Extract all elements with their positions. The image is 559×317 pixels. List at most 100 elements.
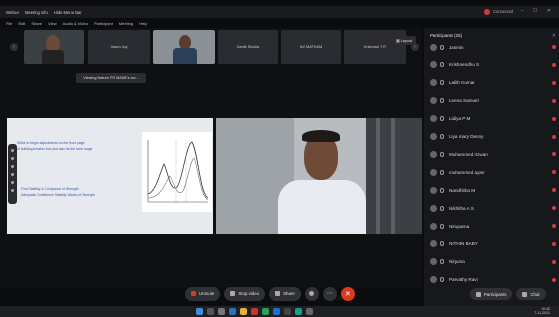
muted-status-icon xyxy=(552,188,556,193)
menu-file[interactable]: File xyxy=(6,21,12,26)
more-icon: ⋯ xyxy=(326,291,333,297)
participant-name: Nirjuma xyxy=(449,259,465,265)
hide-menu-bar-button[interactable]: Hide Menu Bar xyxy=(54,10,82,15)
strip-tile-2[interactable]: Jason Joy xyxy=(88,30,150,64)
shared-text-block-2: Find Stability & Compound of Strength Ad… xyxy=(21,187,96,197)
avatar xyxy=(430,204,437,212)
participant-row[interactable]: Muhammed rizwan xyxy=(430,148,556,160)
meeting-controls: Unmute Stop video Share ⋯ ✕ xyxy=(185,286,359,301)
participant-row[interactable]: Lalith Kumar xyxy=(430,77,556,89)
participant-name: Liya mary Denny xyxy=(449,134,484,139)
avatar xyxy=(430,115,437,123)
participant-row[interactable]: Niruparna xyxy=(430,220,556,232)
search-icon[interactable] xyxy=(207,308,214,315)
meeting-info-button[interactable]: Meeting info xyxy=(25,10,48,15)
close-panel-icon[interactable]: ✕ xyxy=(552,33,556,39)
menu-view[interactable]: View xyxy=(48,21,57,26)
app-icon[interactable] xyxy=(273,308,280,315)
annotation-toolbar[interactable] xyxy=(8,144,17,204)
start-icon[interactable] xyxy=(196,308,203,315)
layout-button[interactable]: ▦ Layout xyxy=(392,36,416,45)
mic-off-icon xyxy=(191,291,196,296)
avatar xyxy=(430,43,437,51)
participant-row[interactable]: Nikhitha A S xyxy=(430,202,556,214)
system-clock: 10:42 7-11-2021 xyxy=(534,307,550,316)
participant-row[interactable]: Lidiya P M xyxy=(430,113,556,125)
unmute-button[interactable]: Unmute xyxy=(185,286,221,301)
app-name[interactable]: Webex xyxy=(6,10,19,15)
edge-icon[interactable] xyxy=(229,308,236,315)
mic-icon xyxy=(440,205,444,211)
avatar xyxy=(430,150,437,158)
mic-icon xyxy=(440,80,444,86)
menu-participant[interactable]: Participant xyxy=(94,21,113,26)
mic-icon xyxy=(440,223,444,229)
strip-tile-video-1[interactable] xyxy=(24,30,84,64)
muted-status-icon xyxy=(552,116,556,121)
chat-button[interactable]: Chat xyxy=(516,288,546,300)
reactions-button[interactable] xyxy=(304,286,319,301)
mic-icon xyxy=(440,241,444,247)
participant-name: Krishnendhu S xyxy=(449,62,480,68)
stop-video-button[interactable]: Stop video xyxy=(224,286,266,301)
menu-help[interactable]: Help xyxy=(139,21,147,26)
participant-row[interactable]: Krishnendhu S xyxy=(430,59,556,71)
muted-status-icon xyxy=(552,259,556,264)
mic-icon xyxy=(440,151,444,157)
muted-status-icon xyxy=(552,224,556,228)
avatar xyxy=(430,258,437,266)
camera-icon xyxy=(230,291,236,296)
participants-button[interactable]: Participants xyxy=(470,288,513,300)
menu-meeting[interactable]: Meeting xyxy=(119,21,133,26)
app-icon[interactable] xyxy=(284,308,291,315)
leave-meeting-button[interactable]: ✕ xyxy=(340,286,355,301)
mic-icon xyxy=(440,187,444,193)
participant-row[interactable]: Leena Samuel xyxy=(430,95,556,107)
task-view-icon[interactable] xyxy=(218,308,225,315)
participant-name: Nikhitha A S xyxy=(449,205,474,211)
muted-status-icon xyxy=(552,80,556,85)
participant-name: muhammed ayan xyxy=(449,169,485,175)
participant-row[interactable]: Jasmin xyxy=(430,41,556,53)
more-options-button[interactable]: ⋯ xyxy=(322,286,337,301)
participant-row[interactable]: Nandhitha M xyxy=(430,184,556,196)
muted-status-icon xyxy=(552,241,556,246)
participant-name: Parvathy Ravi xyxy=(449,277,478,283)
participant-row[interactable]: muhammed ayan xyxy=(430,166,556,178)
shared-text-block-1: Strike to begin adjustments on the front… xyxy=(17,141,93,151)
participant-row[interactable]: Nirjuma xyxy=(430,256,556,268)
strip-tile-5[interactable]: NV MATHAM xyxy=(281,30,341,64)
app-icon[interactable] xyxy=(262,308,269,315)
recording-indicator-icon xyxy=(484,9,490,15)
muted-status-icon xyxy=(552,134,556,139)
menu-edit[interactable]: Edit xyxy=(18,21,25,26)
webex-taskbar-icon[interactable] xyxy=(295,308,302,315)
strip-prev-icon[interactable]: ‹ xyxy=(10,43,18,51)
share-button[interactable]: Share xyxy=(269,286,301,301)
strip-tile-video-3[interactable] xyxy=(153,30,215,64)
avatar xyxy=(430,133,437,140)
muted-status-icon xyxy=(552,62,556,67)
participant-row[interactable]: NITHIN BABY xyxy=(430,238,556,250)
app-icon[interactable] xyxy=(251,308,258,315)
app-icon[interactable] xyxy=(306,308,313,315)
muted-status-icon xyxy=(552,206,556,211)
avatar xyxy=(430,276,437,284)
folder-icon[interactable] xyxy=(240,308,247,315)
window-controls[interactable]: – ☐ ✕ xyxy=(521,8,555,14)
muted-status-icon xyxy=(552,152,556,157)
avatar xyxy=(430,240,437,248)
mic-icon xyxy=(440,98,444,104)
mic-icon xyxy=(440,259,444,265)
muted-status-icon xyxy=(552,98,556,103)
panel-buttons: Participants Chat xyxy=(470,288,550,300)
menu-audio-video[interactable]: Audio & Video xyxy=(63,21,88,26)
menu-share[interactable]: Share xyxy=(31,21,42,26)
participant-row[interactable]: Parvathy Ravi xyxy=(430,274,556,286)
participant-name: Leena Samuel xyxy=(449,98,479,104)
smiley-icon xyxy=(309,291,315,296)
shared-screen: Strike to begin adjustments on the front… xyxy=(7,118,213,234)
muted-status-icon xyxy=(552,277,556,282)
participant-row[interactable]: Liya mary Denny xyxy=(430,131,556,143)
strip-tile-4[interactable]: Kartik Shukla xyxy=(218,30,278,64)
